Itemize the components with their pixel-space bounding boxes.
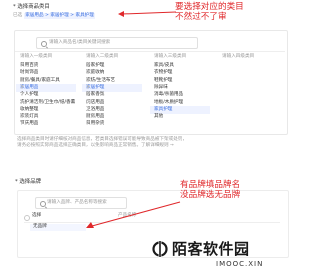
brand-select-header-label: 选择 bbox=[32, 213, 42, 218]
search-icon bbox=[40, 200, 46, 207]
annotation-line: 有品牌填品牌名 bbox=[180, 180, 241, 190]
radio-icon bbox=[24, 214, 30, 221]
category-option-label: 洗护清洁剂/卫生巾/纸/香薰 bbox=[20, 99, 76, 105]
category-option[interactable]: 日用杂货 bbox=[82, 120, 142, 128]
breadcrumb-path[interactable]: 家居用品 > 家居护理 > 家具护理 bbox=[24, 13, 95, 19]
category-column-search[interactable]: 请输入二级类目 bbox=[86, 54, 118, 60]
category-search-input[interactable]: 请输入商品名/类目关键词搜索 bbox=[36, 37, 198, 49]
category-column-search[interactable]: 请输入一级类目 bbox=[20, 54, 52, 60]
brand-select-header: 选择 bbox=[24, 213, 90, 221]
category-section-title: * 选择商品类目 bbox=[13, 4, 50, 10]
annotation-arrow-icon bbox=[86, 201, 181, 228]
annotation-category: 要选择对应的类目 不然过不了审 bbox=[175, 2, 244, 22]
breadcrumb-prefix: 已选 bbox=[13, 13, 23, 18]
brand-section-title: * 选择品牌 bbox=[15, 179, 41, 185]
annotation-line: 不然过不了审 bbox=[175, 12, 227, 22]
category-option-label: 鞋靴护理 bbox=[154, 77, 173, 83]
watermark-url: IMOOC.XIN bbox=[216, 260, 264, 268]
category-column-search[interactable]: 请输入四级类目 bbox=[222, 54, 254, 60]
category-option-label: 家具护理 bbox=[154, 106, 173, 112]
annotation-line: 没品牌选无品牌 bbox=[180, 190, 241, 200]
category-option-label: 家纺/生活布艺 bbox=[86, 77, 116, 83]
notice-line: 请务必按照实际商品选择正确类目，以免影响商品正常销售。了解详细规则 → bbox=[17, 143, 174, 148]
category-option-label: 衣物护理 bbox=[154, 70, 173, 76]
breadcrumb: 已选 家居用品 > 家居护理 > 家具护理 bbox=[13, 13, 95, 19]
category-option-label: 除异味 bbox=[154, 84, 168, 90]
brand-option-label: 无品牌 bbox=[33, 224, 47, 229]
category-notice: 选择商品类目时请仔细核对商品信息，若类目选择错误可能导致商品被下架或处罚， 请务… bbox=[17, 137, 287, 149]
watermark-title: 陌客软件园 bbox=[172, 240, 250, 258]
category-column-level-2: 请输入二级类目 居家护理 家庭收纳 家纺/生活布艺 家居护理 居家香氛 门店用品 卫浴用品 厨房… bbox=[82, 52, 142, 128]
category-option-label: 地板/木质护理 bbox=[154, 99, 184, 105]
watermark-logo-icon bbox=[152, 240, 168, 258]
category-option[interactable]: 节庆用品 bbox=[16, 120, 76, 128]
category-option-label: 家具/皮具 bbox=[154, 63, 174, 68]
category-option-label: 消毒/杀菌用品 bbox=[154, 92, 184, 98]
search-icon bbox=[41, 40, 47, 47]
category-column-level-4: 请输入四级类目 bbox=[218, 52, 278, 128]
annotation-arrow-icon bbox=[118, 11, 177, 17]
category-search-placeholder: 请输入商品名/类目关键词搜索 bbox=[49, 39, 111, 45]
annotation-line: 要选择对应的类目 bbox=[175, 2, 244, 12]
annotation-brand: 有品牌填品牌名 没品牌选无品牌 bbox=[180, 180, 240, 200]
category-column-search[interactable]: 请输入三级类目 bbox=[154, 54, 186, 60]
category-option-label: 厨房/餐具/家庭工具 bbox=[20, 77, 60, 83]
category-option-label: 其他 bbox=[154, 114, 164, 120]
category-column-level-1: 请输入一级类目 日用百货 时尚饰品 厨房/餐具/家庭工具 家居用品 个人护理 洗护清洁剂/卫… bbox=[16, 52, 76, 128]
category-column-level-3: 请输入三级类目 家具/皮具衣物护理 鞋靴护理 除异味消毒/杀菌用品 地板/木质护理 家具护… bbox=[150, 52, 210, 128]
brand-option-no-brand[interactable]: 无品牌 bbox=[30, 224, 86, 231]
category-option[interactable]: 其他 bbox=[150, 113, 210, 121]
